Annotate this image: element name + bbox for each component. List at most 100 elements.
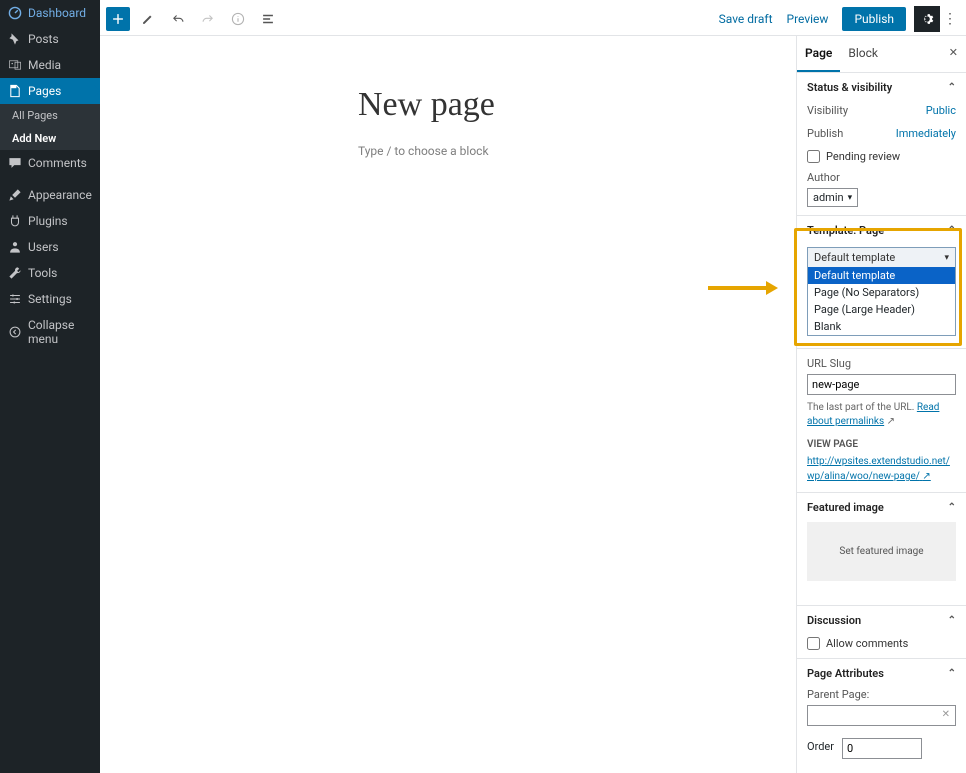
visibility-label: Visibility [807, 104, 848, 117]
template-option[interactable]: Blank [808, 318, 955, 335]
order-input[interactable] [842, 738, 922, 759]
template-option[interactable]: Page (No Separators) [808, 284, 955, 301]
publish-button[interactable]: Publish [842, 7, 906, 31]
sidebar-item-label: Plugins [28, 214, 68, 228]
panel-tabs: Page Block ✕ [797, 36, 966, 73]
wrench-icon [8, 266, 22, 280]
add-block-button[interactable] [106, 7, 130, 31]
editor-canvas: New page Type / to choose a block [100, 36, 796, 773]
section-attributes-toggle[interactable]: Page Attributes⌃ [807, 667, 956, 680]
page-icon [8, 84, 22, 98]
sidebar-item-appearance[interactable]: Appearance [0, 182, 100, 208]
chevron-up-icon: ⌃ [948, 82, 956, 93]
sliders-icon [8, 292, 22, 306]
visibility-value[interactable]: Public [926, 104, 956, 117]
publish-value[interactable]: Immediately [896, 127, 956, 140]
slug-label: URL Slug [807, 357, 956, 370]
block-placeholder[interactable]: Type / to choose a block [358, 144, 796, 158]
author-label: Author [807, 171, 956, 184]
sidebar-item-label: Users [28, 240, 59, 254]
section-template-toggle[interactable]: Template: Page⌃ [807, 224, 956, 237]
section-page-attributes: Page Attributes⌃ Parent Page: ✕ Order [797, 659, 966, 767]
sidebar-submenu-pages: All Pages Add New [0, 104, 100, 150]
sidebar-collapse[interactable]: Collapse menu [0, 312, 100, 352]
dashboard-icon [8, 6, 22, 20]
close-panel-button[interactable]: ✕ [949, 46, 958, 59]
info-button[interactable] [226, 7, 250, 31]
section-discussion: Discussion⌃ Allow comments [797, 606, 966, 659]
settings-toggle[interactable] [914, 6, 940, 32]
page-title-input[interactable]: New page [358, 86, 796, 124]
sidebar-item-label: Collapse menu [28, 318, 92, 346]
undo-button[interactable] [166, 7, 190, 31]
sidebar-sub-all-pages[interactable]: All Pages [0, 104, 100, 127]
plug-icon [8, 214, 22, 228]
tab-page[interactable]: Page [797, 36, 840, 72]
external-icon: ↗ [887, 416, 895, 427]
sidebar-item-comments[interactable]: Comments [0, 150, 100, 176]
outline-button[interactable] [256, 7, 280, 31]
section-discussion-toggle[interactable]: Discussion⌃ [807, 614, 956, 627]
allow-comments-checkbox[interactable]: Allow comments [807, 637, 956, 650]
sidebar-item-users[interactable]: Users [0, 234, 100, 260]
sidebar-item-label: Posts [28, 32, 59, 46]
sidebar-item-media[interactable]: Media [0, 52, 100, 78]
chevron-up-icon: ⌃ [948, 615, 956, 626]
template-options: Default template Page (No Separators) Pa… [808, 267, 955, 335]
admin-sidebar: Dashboard Posts Media Pages All Pages Ad… [0, 0, 100, 773]
preview-link[interactable]: Preview [787, 12, 829, 26]
set-featured-image-button[interactable]: Set featured image [807, 522, 956, 581]
chevron-down-icon: ▾ [944, 253, 949, 263]
sidebar-item-tools[interactable]: Tools [0, 260, 100, 286]
template-option[interactable]: Default template [808, 267, 955, 284]
publish-label: Publish [807, 127, 843, 140]
sidebar-item-dashboard[interactable]: Dashboard [0, 0, 100, 26]
sidebar-item-label: Dashboard [28, 6, 86, 20]
sidebar-item-plugins[interactable]: Plugins [0, 208, 100, 234]
author-select[interactable]: admin▾ [807, 188, 858, 207]
edit-mode-button[interactable] [136, 7, 160, 31]
parent-page-input[interactable] [807, 705, 956, 726]
chevron-up-icon: ⌃ [948, 668, 956, 679]
redo-button[interactable] [196, 7, 220, 31]
template-option[interactable]: Page (Large Header) [808, 301, 955, 318]
slug-hint: The last part of the URL. Read about per… [807, 401, 956, 429]
external-icon: ↗ [922, 471, 930, 482]
view-page-url[interactable]: http://wpsites.extendstudio.net/wp/alina… [807, 454, 956, 484]
section-featured-toggle[interactable]: Featured image⌃ [807, 501, 956, 514]
section-status-toggle[interactable]: Status & visibility⌃ [807, 81, 956, 94]
section-permalink: URL Slug The last part of the URL. Read … [797, 349, 966, 493]
settings-panel: Page Block ✕ Status & visibility⌃ Visibi… [796, 36, 966, 773]
pin-icon [8, 32, 22, 46]
media-icon [8, 58, 22, 72]
section-featured: Featured image⌃ Set featured image [797, 493, 966, 606]
sidebar-item-label: Pages [28, 84, 61, 98]
chevron-down-icon: ▾ [848, 193, 853, 203]
user-icon [8, 240, 22, 254]
sidebar-item-pages[interactable]: Pages [0, 78, 100, 104]
sidebar-item-label: Comments [28, 156, 87, 170]
sidebar-sub-add-new[interactable]: Add New [0, 127, 100, 150]
brush-icon [8, 188, 22, 202]
section-status: Status & visibility⌃ Visibility Public Pu… [797, 73, 966, 216]
template-select[interactable]: Default template ▾ Default template Page … [807, 247, 956, 336]
save-draft-link[interactable]: Save draft [719, 12, 773, 26]
sidebar-item-label: Tools [28, 266, 57, 280]
sidebar-item-label: Media [28, 58, 61, 72]
slug-input[interactable] [807, 374, 956, 395]
chevron-up-icon: ⌃ [948, 225, 956, 236]
editor-toolbar: Save draft Preview Publish ⋮ [100, 2, 966, 36]
tab-block[interactable]: Block [840, 36, 886, 72]
clear-parent-button[interactable]: ✕ [942, 709, 950, 720]
order-label: Order [807, 740, 834, 753]
sidebar-item-settings[interactable]: Settings [0, 286, 100, 312]
sidebar-item-label: Appearance [28, 188, 92, 202]
sidebar-item-label: Settings [28, 292, 72, 306]
sidebar-item-posts[interactable]: Posts [0, 26, 100, 52]
more-options-button[interactable]: ⋮ [940, 11, 960, 27]
parent-page-label: Parent Page: [807, 688, 956, 701]
collapse-icon [8, 325, 22, 339]
chevron-up-icon: ⌃ [948, 502, 956, 513]
view-page-label: VIEW PAGE [807, 439, 956, 450]
pending-review-checkbox[interactable]: Pending review [807, 150, 956, 163]
